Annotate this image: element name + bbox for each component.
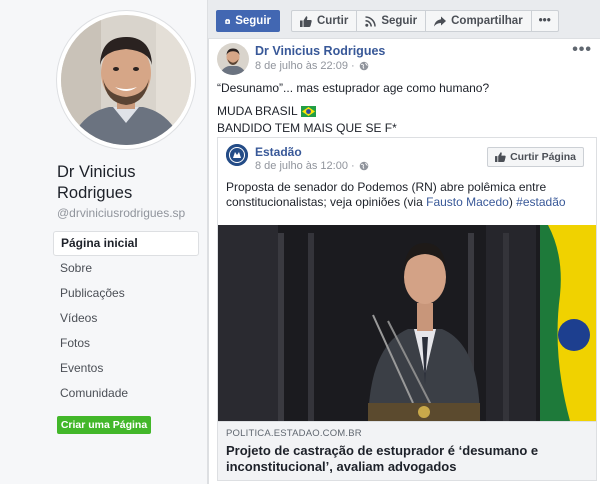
post-author-name[interactable]: Dr Vinicius Rodrigues: [255, 44, 385, 58]
nav-item-posts[interactable]: Publicações: [53, 281, 199, 306]
article-domain: POLITICA.ESTADAO.COM.BR: [226, 428, 362, 439]
follow-label: Seguir: [235, 15, 271, 27]
brazil-flag-icon: [300, 106, 316, 117]
like-page-button[interactable]: Curtir: [291, 10, 358, 32]
post-line-1: “Desunamo”... mas estuprador age como hu…: [217, 81, 490, 95]
shared-post-meta: 8 de julho às 12:00 ·: [255, 160, 369, 172]
post-line-group: MUDA BRASIL: [217, 104, 489, 119]
follow-button[interactable]: Seguir: [216, 10, 280, 32]
page-nav: Página inicial Sobre Publicações Vídeos …: [53, 231, 199, 406]
author-avatar-image: [217, 43, 249, 75]
shared-post-timestamp[interactable]: 8 de julho às 12:00 ·: [255, 160, 355, 172]
post-line-3: BANDIDO TEM MAIS QUE SE F*: [217, 121, 397, 135]
nav-item-community[interactable]: Comunidade: [53, 381, 199, 406]
page-title[interactable]: Dr Vinicius Rodrigues: [57, 162, 207, 204]
thumbs-up-icon: [300, 15, 312, 27]
article-image[interactable]: [218, 225, 596, 421]
follow-page-button[interactable]: Seguir: [356, 10, 427, 32]
shared-post-text: Proposta de senador do Podemos (RN) abre…: [226, 180, 588, 210]
page-action-bar: Seguir Curtir Seguir Compartilhar •••: [216, 10, 559, 32]
shared-post: Estadão 8 de julho às 12:00 · Curtir Pág…: [217, 137, 597, 481]
follow2-label: Seguir: [381, 15, 418, 27]
estadao-logo-icon: [226, 144, 248, 166]
page-username[interactable]: @drviniciusrodrigues.sp: [57, 206, 185, 220]
nav-item-events[interactable]: Eventos: [53, 356, 199, 381]
thumbs-up-icon: [495, 152, 506, 162]
post-options-menu[interactable]: •••: [572, 41, 592, 59]
feed-post: Dr Vinicius Rodrigues 8 de julho às 22:0…: [208, 38, 600, 484]
source-page-avatar[interactable]: [226, 144, 248, 166]
post-meta: 8 de julho às 22:09 ·: [255, 60, 369, 72]
share-arrow-icon: [434, 16, 447, 26]
seguir-icon: [225, 18, 230, 24]
share-label: Compartilhar: [451, 15, 523, 27]
profile-picture[interactable]: [57, 11, 195, 149]
like-label: Curtir: [317, 15, 349, 27]
secondary-actions: Curtir Seguir Compartilhar •••: [291, 10, 559, 32]
page-sidebar: Dr Vinicius Rodrigues @drviniciusrodrigu…: [0, 0, 208, 484]
post-author-avatar[interactable]: [217, 43, 249, 75]
like-source-page-button[interactable]: Curtir Página: [487, 147, 584, 167]
rss-icon: [365, 15, 377, 27]
nav-item-photos[interactable]: Fotos: [53, 331, 199, 356]
post-line-2: MUDA BRASIL: [217, 104, 298, 118]
profile-photo-image: [61, 15, 191, 145]
nav-item-videos[interactable]: Vídeos: [53, 306, 199, 331]
post-timestamp[interactable]: 8 de julho às 22:09 ·: [255, 60, 355, 72]
article-link-preview[interactable]: POLITICA.ESTADAO.COM.BR Projeto de castr…: [218, 421, 596, 480]
globe-icon: [359, 161, 368, 171]
post-body: “Desunamo”... mas estuprador age como hu…: [217, 81, 489, 136]
share-button[interactable]: Compartilhar: [425, 10, 532, 32]
source-page-name[interactable]: Estadão: [255, 145, 302, 159]
create-page-button[interactable]: Criar uma Página: [57, 416, 151, 434]
like-page-label: Curtir Página: [510, 151, 576, 163]
mention-link[interactable]: Fausto Macedo: [426, 195, 509, 209]
nav-item-about[interactable]: Sobre: [53, 256, 199, 281]
globe-icon: [359, 61, 368, 71]
nav-item-home[interactable]: Página inicial: [53, 231, 199, 256]
article-headline[interactable]: Projeto de castração de estuprador é ‘de…: [226, 443, 586, 475]
more-options-button[interactable]: •••: [530, 10, 559, 32]
hashtag-link[interactable]: #estadão: [516, 195, 565, 209]
